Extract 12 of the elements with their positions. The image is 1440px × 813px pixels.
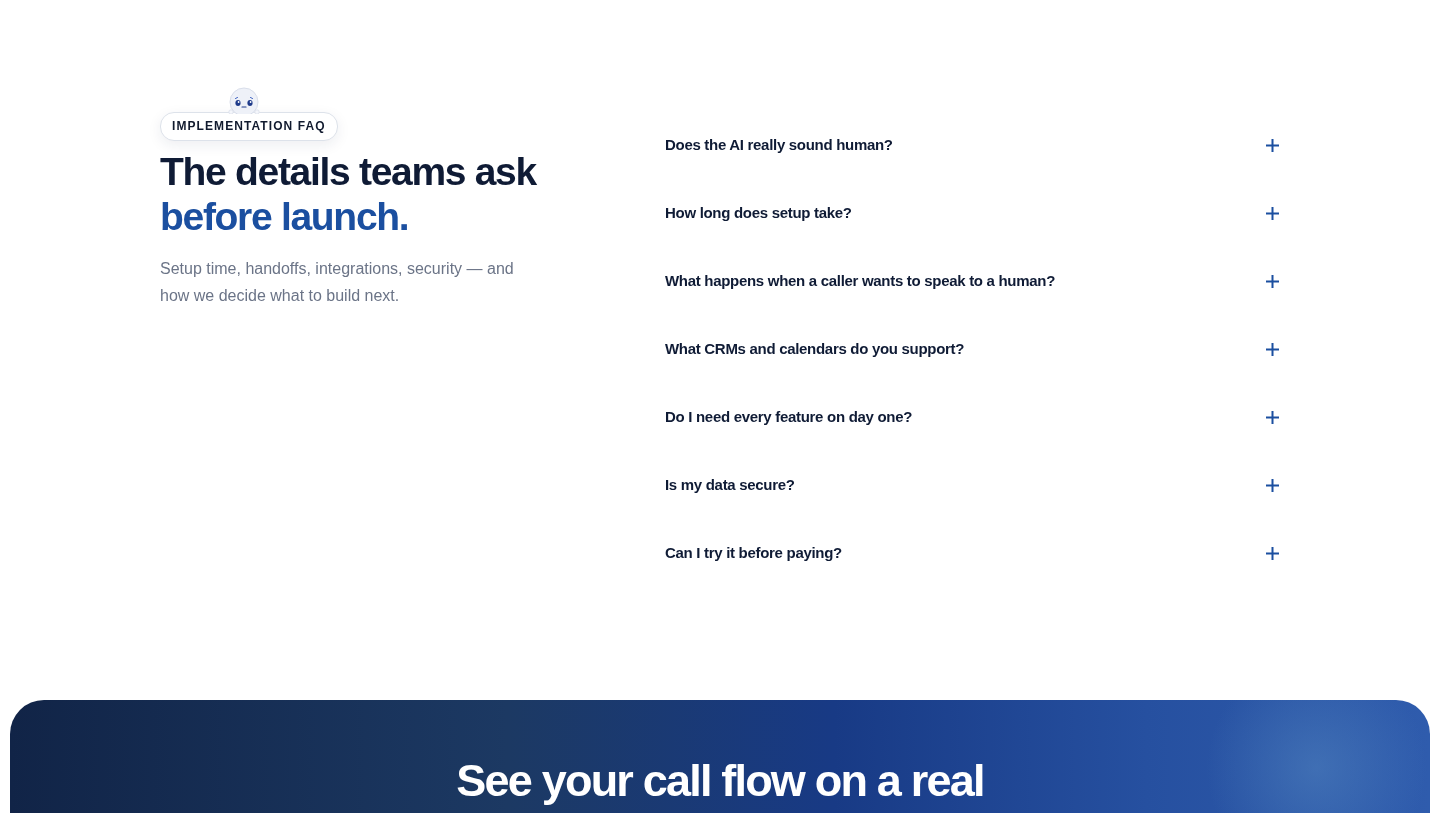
faq-question[interactable]: Can I try it before paying? — [665, 519, 1280, 587]
cta-heading: See your call flow on a real — [456, 755, 984, 807]
cartoon-face-icon — [226, 86, 262, 114]
faq-question[interactable]: Is my data secure? — [665, 451, 1280, 519]
faq-question[interactable]: Does the AI really sound human? — [665, 111, 1280, 179]
section-subtitle: Setup time, handoffs, integrations, security — and how we decide what to build next. — [160, 259, 515, 306]
section-label: IMPLEMENTATION FAQ — [160, 112, 338, 141]
faq-question[interactable]: Do I need every feature on day one? — [665, 383, 1280, 451]
faq-question[interactable]: How long does setup take? — [665, 179, 1280, 247]
faq-question[interactable]: What happens when a caller wants to speak to a human? — [665, 247, 1280, 315]
faq-question[interactable]: What CRMs and calendars do you support? — [665, 315, 1280, 383]
section-heading: The details teams ask before launch. — [160, 149, 538, 239]
